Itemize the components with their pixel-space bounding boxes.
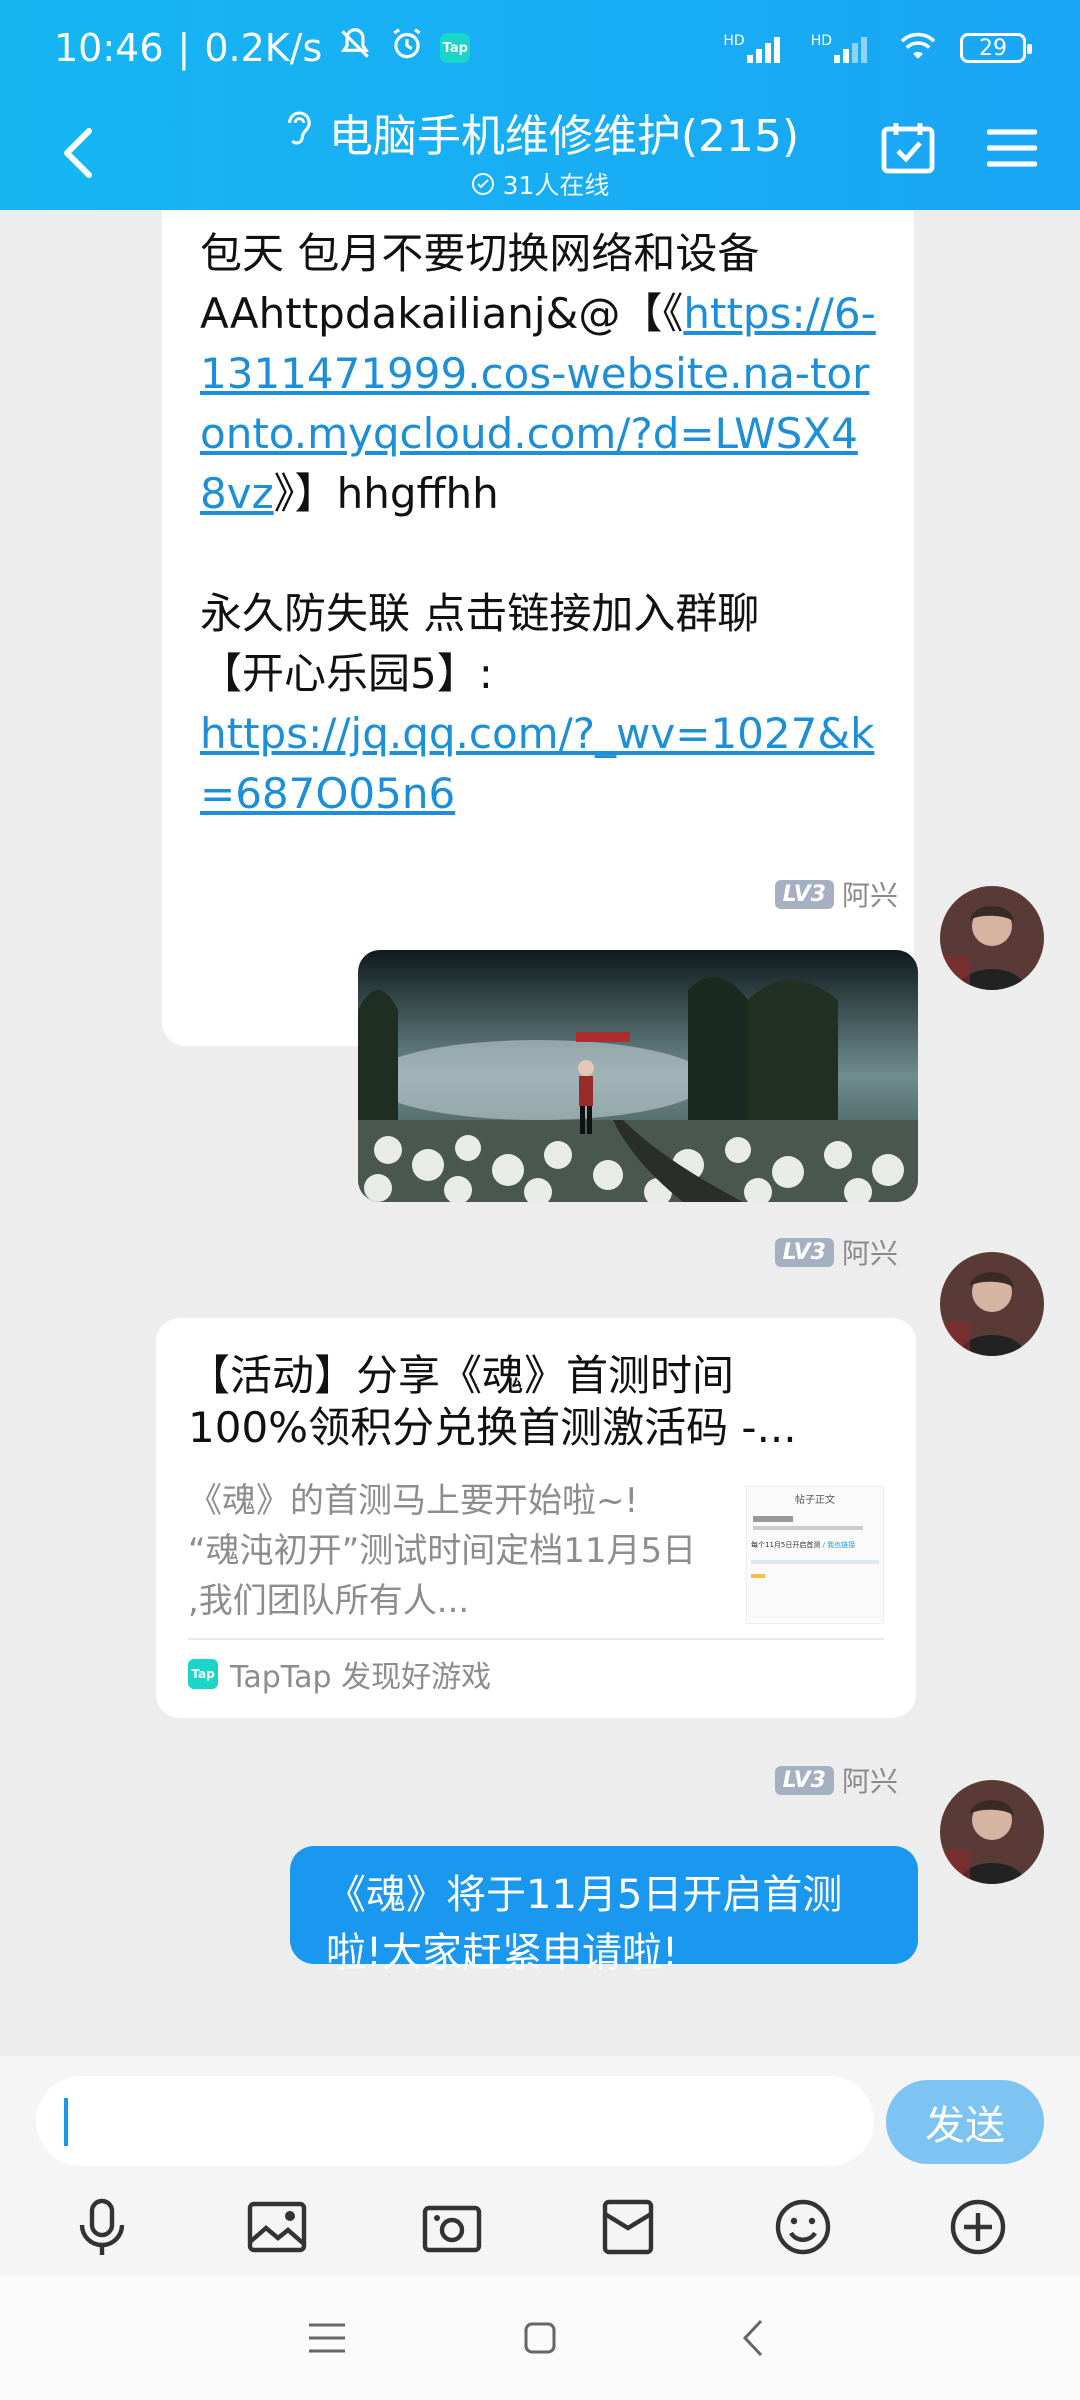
signal-icon-2: HD xyxy=(811,33,876,63)
avatar[interactable] xyxy=(940,1252,1044,1356)
card-thumbnail: 帖子正文 每个11月5日开启首测 / 我也链接 xyxy=(746,1486,884,1624)
check-circle-icon xyxy=(471,173,494,195)
sender-info: LV3 阿兴 xyxy=(774,1232,898,1272)
image-icon[interactable] xyxy=(232,2182,322,2272)
system-navigation-bar xyxy=(0,2276,1080,2400)
status-bar: 10:46 | 0.2K/s Tap HD HD 29 xyxy=(0,0,1080,96)
system-back-icon[interactable] xyxy=(713,2298,793,2378)
red-packet-icon[interactable] xyxy=(583,2182,673,2272)
ear-icon xyxy=(281,106,315,159)
send-button[interactable]: 发送 xyxy=(886,2080,1044,2164)
chat-header: 10:46 | 0.2K/s Tap HD HD 29 电脑手机维修维护(215… xyxy=(0,0,1080,210)
level-badge: LV3 xyxy=(774,1237,834,1267)
shared-link-card[interactable]: 【活动】分享《魂》首测时间 100%领积分兑换首测激活码 -... 《魂》的首测… xyxy=(156,1318,916,1718)
message-text-bubble[interactable]: 包天 包月不要切换网络和设备 AAhttpdakailianj&@【《https… xyxy=(162,210,914,1046)
text-caret xyxy=(64,2098,68,2146)
card-title-line2: 100%领积分兑换首测激活码 -... xyxy=(188,1403,797,1452)
calendar-check-icon[interactable] xyxy=(876,116,940,180)
group-invite-link[interactable]: https://jq.qq.com/?_wv=1027&k=687O05n6 xyxy=(200,709,874,818)
message-text-bubble-self[interactable]: 《魂》将于11月5日开启首测 啦!大家赶紧申请啦! xyxy=(290,1846,918,1976)
menu-icon[interactable] xyxy=(980,116,1044,180)
taptap-logo-icon: Tap xyxy=(188,1659,218,1689)
recent-apps-icon[interactable] xyxy=(287,2298,367,2378)
input-toolbar xyxy=(0,2178,1080,2276)
status-network-speed: 0.2K/s xyxy=(204,26,323,70)
sender-name: 阿兴 xyxy=(841,1765,898,1798)
plus-icon[interactable] xyxy=(933,2182,1023,2272)
card-description: 《魂》的首测马上要开始啦~! “魂沌初开”测试时间定档11月5日 ,我们团队所有… xyxy=(188,1481,697,1621)
sender-info: LV3 阿兴 xyxy=(774,1760,898,1800)
signal-icon-1: HD xyxy=(723,33,788,63)
group-title[interactable]: 电脑手机维修维护(215) xyxy=(329,100,799,164)
level-badge: LV3 xyxy=(774,879,834,909)
taptap-notification-icon: Tap xyxy=(440,33,471,63)
avatar[interactable] xyxy=(940,886,1044,990)
mute-icon xyxy=(336,25,374,72)
game-screenshot-image[interactable] xyxy=(358,950,918,1202)
battery-icon: 29 xyxy=(960,33,1032,63)
chat-message-list[interactable]: 包天 包月不要切换网络和设备 AAhttpdakailianj&@【《https… xyxy=(0,210,1080,2056)
level-badge: LV3 xyxy=(774,1765,834,1795)
alarm-icon xyxy=(388,25,426,72)
microphone-icon[interactable] xyxy=(57,2182,147,2272)
sender-info: LV3 阿兴 xyxy=(774,874,898,914)
wifi-icon xyxy=(898,30,938,67)
input-area: 发送 xyxy=(0,2056,1080,2276)
avatar[interactable] xyxy=(940,1780,1044,1884)
home-icon[interactable] xyxy=(500,2298,580,2378)
message-input[interactable] xyxy=(36,2076,874,2166)
camera-icon[interactable] xyxy=(407,2182,497,2272)
status-time: 10:46 xyxy=(54,26,164,70)
card-source: Tap TapTap 发现好游戏 xyxy=(188,1652,491,1696)
card-title: 【活动】分享《魂》首测时间 xyxy=(188,1351,735,1400)
sender-name: 阿兴 xyxy=(841,879,898,912)
nav-bar: 电脑手机维修维护(215) 31人在线 xyxy=(0,96,1080,210)
emoji-icon[interactable] xyxy=(758,2182,848,2272)
sender-name: 阿兴 xyxy=(841,1237,898,1270)
